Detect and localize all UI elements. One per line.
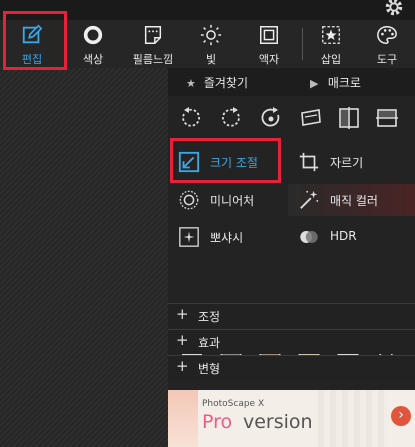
- rotate-flip-row: [168, 98, 415, 138]
- plus-icon: +: [176, 305, 189, 323]
- macro-label: 매크로: [327, 76, 361, 90]
- rotate-right-icon[interactable]: [218, 105, 244, 131]
- palette-icon: [377, 26, 397, 44]
- edit-panel: ★ 즐겨찾기 ▶ 매크로 크기 조절 자르기 미니어처 매직 컬러 뽀샤시 HD…: [168, 68, 415, 447]
- magic-color-label: 매직 컬러: [330, 194, 378, 208]
- frame-icon: [260, 26, 278, 44]
- crop-tool[interactable]: 자르기: [288, 146, 415, 178]
- favorites-label: 즐겨찾기: [203, 76, 248, 90]
- tab-edit[interactable]: 편집: [6, 20, 58, 68]
- flip-vertical-icon[interactable]: [374, 105, 400, 131]
- resize-tool[interactable]: 크기 조절: [168, 146, 286, 178]
- color-circle-icon: [83, 25, 103, 45]
- star-icon: ★: [186, 77, 196, 90]
- flip-horizontal-icon[interactable]: [336, 105, 362, 131]
- miniature-label: 미니어처: [210, 194, 255, 208]
- plus-icon: +: [176, 331, 189, 349]
- insert-star-icon: [322, 26, 340, 44]
- section-transform-label: 변형: [198, 362, 221, 376]
- banner-decoration: [318, 390, 388, 447]
- toolbar-divider: [302, 28, 303, 60]
- miniature-tool[interactable]: 미니어처: [168, 184, 286, 216]
- tab-light-label: 빛: [205, 53, 217, 66]
- section-adjust[interactable]: + 조정: [168, 303, 415, 328]
- film-icon: [144, 26, 162, 44]
- canvas-area: [0, 68, 168, 447]
- hdr-tool[interactable]: HDR: [288, 221, 415, 253]
- crop-icon: [299, 152, 319, 172]
- sparkle-icon: [179, 227, 199, 247]
- pro-version-banner[interactable]: PhotoScape X Pro version ›: [168, 390, 415, 447]
- favorites-bar: ★ 즐겨찾기 ▶ 매크로: [168, 68, 415, 96]
- skew-icon[interactable]: [298, 105, 324, 131]
- crop-label: 자르기: [330, 156, 364, 170]
- tab-insert-label: 삽입: [320, 53, 342, 66]
- tab-frame[interactable]: 액자: [248, 20, 290, 68]
- tab-tools-label: 도구: [376, 53, 398, 66]
- tab-insert[interactable]: 삽입: [310, 20, 352, 68]
- title-strip: [0, 0, 415, 20]
- hdr-label: HDR: [330, 229, 357, 243]
- edit-icon: [22, 24, 43, 44]
- tab-frame-label: 액자: [258, 53, 280, 66]
- bokeh-label: 뽀샤시: [210, 231, 244, 245]
- magic-wand-icon: [300, 190, 319, 209]
- tab-color-label: 색상: [82, 53, 104, 66]
- magic-color-tool[interactable]: 매직 컬러: [288, 184, 415, 216]
- banner-arrow-icon[interactable]: ›: [391, 406, 411, 426]
- banner-version-text: version: [243, 411, 313, 433]
- section-adjust-label: 조정: [198, 310, 221, 324]
- miniature-icon: [179, 190, 199, 210]
- tab-film-label: 필름느낌: [132, 53, 174, 66]
- banner-decoration: [168, 390, 198, 447]
- main-toolbar: 편집 색상 필름느낌 빛 액자 삽입 도구: [0, 20, 415, 68]
- tab-edit-label: 편집: [21, 53, 43, 66]
- gear-icon[interactable]: [383, 0, 405, 18]
- bokeh-tool[interactable]: 뽀샤시: [168, 221, 286, 253]
- tab-tools[interactable]: 도구: [366, 20, 408, 68]
- banner-subtitle: PhotoScape X: [202, 399, 265, 409]
- resize-label: 크기 조절: [210, 156, 258, 170]
- banner-pro-text: Pro: [202, 411, 233, 433]
- sun-icon: [200, 24, 222, 46]
- tab-color[interactable]: 색상: [70, 20, 116, 68]
- plus-icon: +: [176, 357, 189, 375]
- tab-light[interactable]: 빛: [190, 20, 232, 68]
- section-transform[interactable]: + 변형: [168, 355, 415, 380]
- straighten-icon[interactable]: [258, 105, 284, 131]
- section-effects[interactable]: + 효과: [168, 329, 415, 354]
- macro-button[interactable]: ▶ 매크로: [310, 74, 361, 91]
- section-effects-label: 효과: [198, 336, 221, 350]
- rotate-left-icon[interactable]: [178, 105, 204, 131]
- favorites-button[interactable]: ★ 즐겨찾기: [186, 74, 248, 91]
- tab-film[interactable]: 필름느낌: [124, 20, 182, 68]
- hdr-icon: [300, 231, 318, 243]
- resize-icon: [178, 151, 200, 173]
- play-icon: ▶: [310, 77, 319, 90]
